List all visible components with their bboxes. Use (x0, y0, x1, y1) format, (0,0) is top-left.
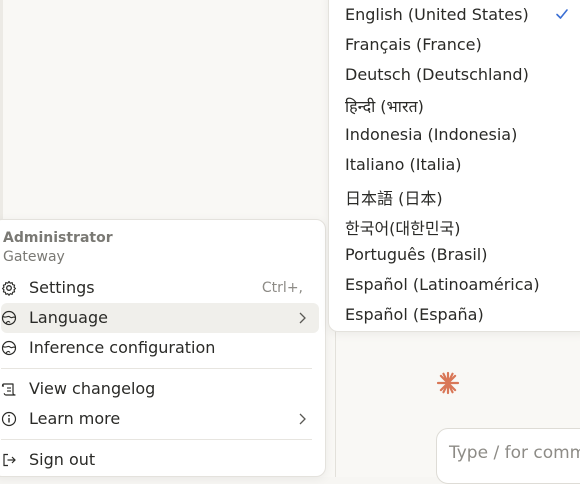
menu-item-learn-more[interactable]: Learn more (1, 404, 319, 434)
language-menu: English (United States) Français (France… (328, 0, 580, 332)
language-option-label: Indonesia (Indonesia) (345, 125, 518, 144)
menu-divider (1, 368, 312, 369)
info-icon (1, 411, 17, 427)
sign-out-icon (3, 453, 16, 467)
globe-icon (1, 310, 17, 326)
check-icon (556, 9, 568, 19)
language-option-label: Español (Latinoamérica) (345, 275, 540, 294)
chat-input-placeholder: Type / for commands (449, 443, 580, 463)
learn-more-label: Learn more (29, 409, 121, 428)
menu-item-settings[interactable]: Settings Ctrl+, (1, 273, 319, 303)
language-option-indonesian[interactable]: Indonesia (Indonesia) (345, 121, 575, 149)
menu-divider (1, 439, 312, 440)
settings-shortcut: Ctrl+, (261, 280, 303, 296)
language-option-italian[interactable]: Italiano (Italia) (345, 151, 575, 179)
menu-item-sign-out[interactable]: Sign out (1, 445, 319, 475)
org-name: Gateway (3, 249, 65, 265)
view-changelog-label: View changelog (29, 379, 156, 398)
menu-item-view-changelog[interactable]: View changelog (1, 374, 319, 404)
language-option-label: English (United States) (345, 5, 529, 24)
language-option-spanish-latam[interactable]: Español (Latinoamérica) (345, 271, 575, 299)
language-option-english-us[interactable]: English (United States) (345, 1, 575, 29)
menu-item-inference-configuration[interactable]: Inference configuration (1, 333, 319, 363)
language-option-label: हिन्दी (भारत) (345, 97, 424, 116)
language-option-label: Italiano (Italia) (345, 155, 462, 174)
inference-configuration-label: Inference configuration (29, 338, 216, 357)
language-option-portuguese-brazil[interactable]: Português (Brasil) (345, 241, 575, 269)
spark-icon (436, 371, 460, 395)
language-option-label: 日本語 (日本) (345, 189, 443, 208)
vertical-divider (335, 330, 336, 477)
language-option-spanish-spain[interactable]: Español (España) (345, 301, 575, 329)
chevron-right-icon (299, 312, 306, 324)
language-option-label: Português (Brasil) (345, 245, 488, 264)
user-name: Administrator (3, 230, 113, 246)
language-option-label: 한국어(대한민국) (345, 219, 461, 238)
language-option-label: Español (España) (345, 305, 484, 324)
scroll-icon (1, 383, 16, 396)
chevron-right-icon (299, 413, 306, 425)
account-menu: Administrator Gateway Settings Ctrl+, La… (0, 219, 326, 477)
language-option-label: Français (France) (345, 35, 482, 54)
globe-icon (1, 340, 17, 356)
language-option-french[interactable]: Français (France) (345, 31, 575, 59)
language-option-hindi[interactable]: हिन्दी (भारत) (345, 91, 575, 119)
menu-item-language[interactable]: Language (1, 303, 319, 333)
language-label: Language (29, 308, 108, 327)
language-option-japanese[interactable]: 日本語 (日本) (345, 181, 575, 209)
language-option-german[interactable]: Deutsch (Deutschland) (345, 61, 575, 89)
chat-input[interactable]: Type / for commands (436, 428, 580, 484)
gear-icon (1, 280, 17, 296)
language-option-korean[interactable]: 한국어(대한민국) (345, 211, 575, 239)
language-option-label: Deutsch (Deutschland) (345, 65, 529, 84)
sign-out-label: Sign out (29, 450, 96, 469)
settings-label: Settings (29, 278, 95, 297)
